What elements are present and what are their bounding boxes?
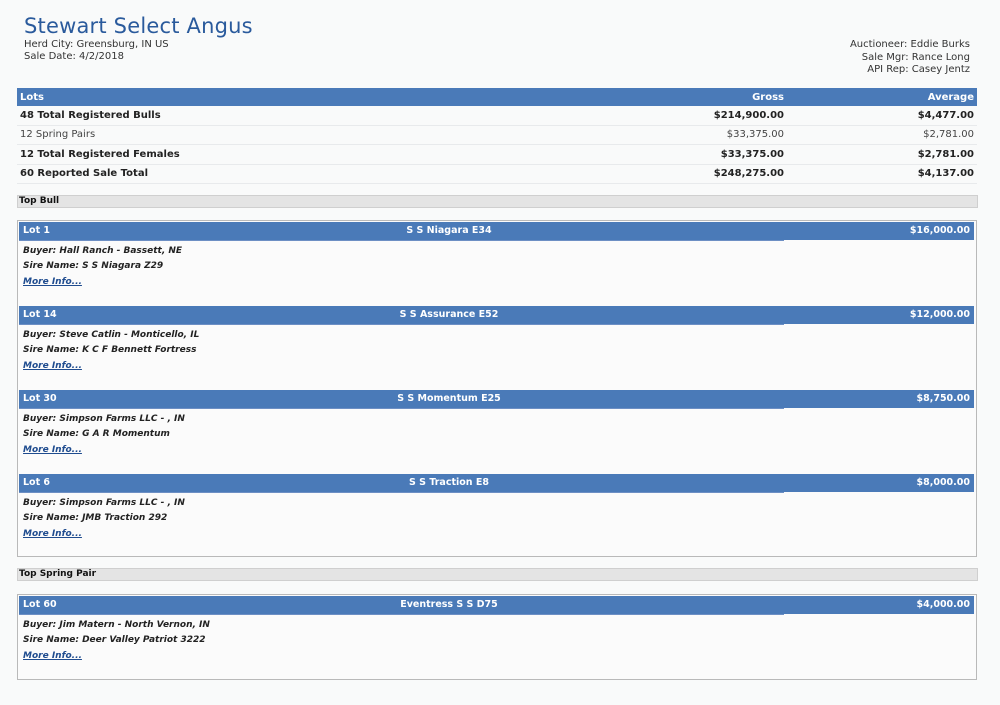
lot-divider [19, 492, 784, 493]
row-gross: $33,375.00 [623, 144, 787, 165]
row-average: $4,137.00 [787, 164, 977, 184]
row-gross: $248,275.00 [623, 164, 787, 184]
lot-price: $16,000.00 [909, 225, 970, 236]
sale-manager: Sale Mgr: Rance Long [861, 51, 970, 63]
row-average: $2,781.00 [787, 144, 977, 165]
list-item: Lot 14 S S Assurance E52 $12,000.00 Buye… [18, 305, 976, 389]
row-average: $2,781.00 [787, 125, 977, 145]
section-title-top-bull: Top Bull [17, 195, 978, 208]
more-info-link[interactable]: More Info... [23, 361, 82, 371]
list-item: Lot 30 S S Momentum E25 $8,750.00 Buyer:… [18, 389, 976, 473]
lot-price: $4,000.00 [916, 599, 971, 610]
section-title-top-spring-pair: Top Spring Pair [17, 568, 978, 581]
lot-animal-name: S S Traction E8 [409, 477, 489, 488]
api-rep: API Rep: Casey Jentz [867, 64, 970, 75]
top-bull-list: Lot 1 S S Niagara E34 $16,000.00 Buyer: … [17, 220, 977, 557]
auctioneer: Auctioneer: Eddie Burks [849, 39, 970, 50]
lot-divider [19, 614, 784, 615]
page-title: Stewart Select Angus [24, 14, 253, 38]
column-header-average: Average [787, 88, 977, 106]
list-item: Lot 60 Eventress S S D75 $4,000.00 Buyer… [18, 595, 976, 679]
lot-header: Lot 30 S S Momentum E25 $8,750.00 [19, 390, 974, 408]
top-spring-pair-list: Lot 60 Eventress S S D75 $4,000.00 Buyer… [17, 594, 977, 680]
herd-city: Herd City: Greensburg, IN US [24, 39, 169, 50]
sale-staff: Auctioneer: Eddie Burks Sale Mgr: Rance … [850, 39, 970, 77]
lot-divider [19, 408, 784, 409]
lot-animal-name: S S Momentum E25 [397, 393, 501, 404]
more-info-link[interactable]: More Info... [23, 277, 82, 287]
lot-sire: Sire Name: G A R Momentum [23, 429, 170, 439]
lot-buyer: Buyer: Hall Ranch - Bassett, NE [23, 246, 183, 256]
lot-divider [19, 240, 784, 241]
row-average: $4,477.00 [787, 106, 977, 126]
more-info-link[interactable]: More Info... [23, 529, 82, 539]
lot-price: $8,000.00 [916, 477, 971, 488]
lot-animal-name: S S Assurance E52 [399, 309, 499, 320]
lot-animal-name: Eventress S S D75 [400, 599, 498, 610]
lot-header: Lot 14 S S Assurance E52 $12,000.00 [19, 306, 974, 324]
lot-buyer: Buyer: Steve Catlin - Monticello, IL [23, 330, 200, 340]
lot-animal-name: S S Niagara E34 [406, 225, 492, 236]
lot-sire: Sire Name: K C F Bennett Fortress [23, 345, 197, 355]
lot-sire: Sire Name: Deer Valley Patriot 3222 [23, 635, 206, 645]
lot-divider [19, 324, 784, 325]
lot-header: Lot 6 S S Traction E8 $8,000.00 [19, 474, 974, 492]
sale-date: Sale Date: 4/2/2018 [24, 51, 124, 62]
lot-buyer: Buyer: Simpson Farms LLC - , IN [23, 414, 185, 424]
more-info-link[interactable]: More Info... [23, 651, 82, 661]
table-row: 12 Spring Pairs $33,375.00 $2,781.00 [17, 125, 977, 145]
table-row: 48 Total Registered Bulls $214,900.00 $4… [17, 106, 977, 126]
list-item: Lot 6 S S Traction E8 $8,000.00 Buyer: S… [18, 473, 976, 557]
list-item: Lot 1 S S Niagara E34 $16,000.00 Buyer: … [18, 221, 976, 305]
lot-sire: Sire Name: JMB Traction 292 [23, 513, 168, 523]
row-lots: 60 Reported Sale Total [17, 164, 623, 184]
lot-buyer: Buyer: Simpson Farms LLC - , IN [23, 498, 185, 508]
row-lots: 12 Total Registered Females [17, 144, 623, 165]
lot-price: $8,750.00 [916, 393, 971, 404]
sale-report: Stewart Select Angus Herd City: Greensbu… [17, 0, 978, 680]
row-lots: 48 Total Registered Bulls [17, 106, 623, 126]
row-gross: $214,900.00 [623, 106, 787, 126]
row-gross: $33,375.00 [623, 125, 787, 145]
sale-summary-table: Lots Gross Average 48 Total Registered B… [17, 88, 977, 184]
lot-header: Lot 60 Eventress S S D75 $4,000.00 [19, 596, 974, 614]
summary-header-row: Lots Gross Average [17, 88, 977, 106]
lot-sire: Sire Name: S S Niagara Z29 [23, 261, 164, 271]
lot-header: Lot 1 S S Niagara E34 $16,000.00 [19, 222, 974, 240]
column-header-lots: Lots [17, 88, 623, 106]
lot-buyer: Buyer: Jim Matern - North Vernon, IN [23, 620, 210, 630]
table-row: 60 Reported Sale Total $248,275.00 $4,13… [17, 164, 977, 184]
more-info-link[interactable]: More Info... [23, 445, 82, 455]
column-header-gross: Gross [623, 88, 787, 106]
table-row: 12 Total Registered Females $33,375.00 $… [17, 144, 977, 165]
lot-price: $12,000.00 [909, 309, 970, 320]
report-header: Stewart Select Angus Herd City: Greensbu… [17, 0, 977, 86]
row-lots: 12 Spring Pairs [17, 125, 623, 145]
